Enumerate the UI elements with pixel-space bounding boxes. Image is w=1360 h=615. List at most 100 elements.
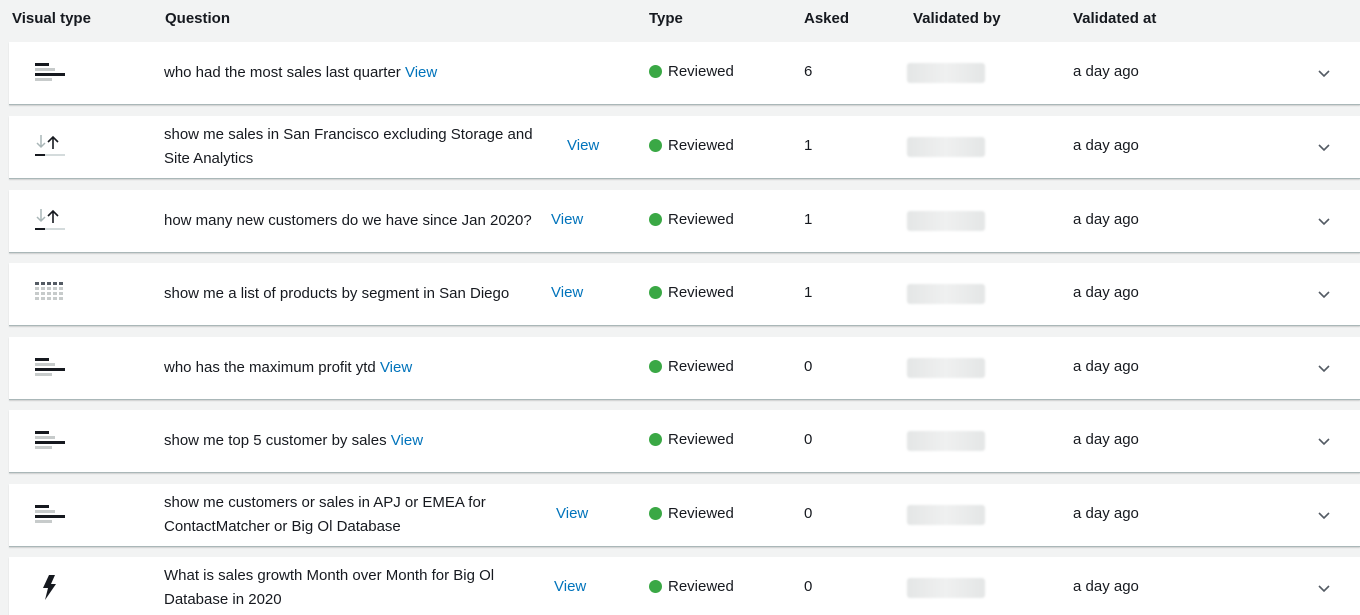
header-validated-by[interactable]: Validated by: [913, 10, 1001, 27]
view-link[interactable]: View: [567, 137, 599, 154]
question-cell: show me a list of products by segment in…: [164, 263, 524, 325]
chevron-down-icon[interactable]: [1315, 359, 1333, 377]
asked-count: 0: [804, 578, 813, 595]
validated-by-redacted: [907, 284, 985, 304]
question-text: What is sales growth Month over Month fo…: [164, 567, 495, 608]
table-row[interactable]: who has the maximum profit ytd View Revi…: [9, 337, 1360, 400]
chevron-down-icon[interactable]: [1315, 506, 1333, 524]
chevron-down-icon[interactable]: [1315, 64, 1333, 82]
type-text: Reviewed: [668, 578, 734, 595]
question-text: show me customers or sales in APJ or EME…: [164, 494, 486, 535]
sort-kpi-icon: [35, 131, 67, 163]
header-type[interactable]: Type: [649, 10, 683, 27]
reviewed-dot-icon: [649, 213, 662, 226]
asked-count: 1: [804, 137, 813, 154]
table-row[interactable]: show me top 5 customer by sales View Rev…: [9, 410, 1360, 473]
chevron-down-icon[interactable]: [1315, 432, 1333, 450]
status-badge: Reviewed: [649, 505, 734, 522]
header-validated-at[interactable]: Validated at: [1073, 10, 1156, 27]
view-link[interactable]: View: [551, 284, 583, 301]
type-text: Reviewed: [668, 284, 734, 301]
header-asked[interactable]: Asked: [804, 10, 849, 27]
question-text: how many new customers do we have since …: [164, 212, 532, 229]
table-row[interactable]: What is sales growth Month over Month fo…: [9, 557, 1360, 615]
table-row[interactable]: show me a list of products by segment in…: [9, 263, 1360, 326]
bar-chart-icon: [35, 57, 67, 89]
table-row[interactable]: how many new customers do we have since …: [9, 190, 1360, 253]
bar-chart-icon: [35, 499, 67, 531]
type-text: Reviewed: [668, 137, 734, 154]
view-link[interactable]: View: [554, 578, 586, 595]
validated-by-redacted: [907, 578, 985, 598]
validated-by-redacted: [907, 211, 985, 231]
table-grid-icon: [35, 278, 67, 310]
chevron-down-icon[interactable]: [1315, 579, 1333, 597]
validated-at: a day ago: [1073, 211, 1139, 228]
table-row[interactable]: show me sales in San Francisco excluding…: [9, 116, 1360, 179]
view-link[interactable]: View: [551, 211, 583, 228]
reviewed-dot-icon: [649, 139, 662, 152]
question-cell: who had the most sales last quarter View: [164, 42, 544, 104]
reviewed-dot-icon: [649, 286, 662, 299]
view-link[interactable]: View: [405, 64, 437, 81]
status-badge: Reviewed: [649, 431, 734, 448]
header-visual-type[interactable]: Visual type: [12, 10, 91, 27]
status-badge: Reviewed: [649, 137, 734, 154]
validated-by-redacted: [907, 63, 985, 83]
validated-by-redacted: [907, 431, 985, 451]
asked-count: 0: [804, 431, 813, 448]
asked-count: 0: [804, 358, 813, 375]
table-row[interactable]: show me customers or sales in APJ or EME…: [9, 484, 1360, 547]
type-text: Reviewed: [668, 505, 734, 522]
validated-by-redacted: [907, 358, 985, 378]
reviewed-dot-icon: [649, 65, 662, 78]
chevron-down-icon[interactable]: [1315, 212, 1333, 230]
type-text: Reviewed: [668, 63, 734, 80]
validated-at: a day ago: [1073, 358, 1139, 375]
status-badge: Reviewed: [649, 63, 734, 80]
bar-chart-icon: [35, 352, 67, 384]
view-link[interactable]: View: [380, 359, 412, 376]
question-cell: how many new customers do we have since …: [164, 190, 534, 252]
status-badge: Reviewed: [649, 211, 734, 228]
validated-at: a day ago: [1073, 63, 1139, 80]
status-badge: Reviewed: [649, 284, 734, 301]
view-link[interactable]: View: [556, 505, 588, 522]
question-text: show me sales in San Francisco excluding…: [164, 126, 533, 167]
asked-count: 6: [804, 63, 813, 80]
sort-kpi-icon: [35, 205, 67, 237]
chevron-down-icon[interactable]: [1315, 285, 1333, 303]
validated-at: a day ago: [1073, 578, 1139, 595]
question-text: who had the most sales last quarter: [164, 64, 401, 81]
validated-at: a day ago: [1073, 431, 1139, 448]
bar-chart-icon: [35, 425, 67, 457]
reviewed-dot-icon: [649, 360, 662, 373]
lightning-icon: [35, 572, 67, 604]
validated-at: a day ago: [1073, 137, 1139, 154]
question-text: show me top 5 customer by sales: [164, 432, 387, 449]
question-cell: who has the maximum profit ytd View: [164, 337, 544, 399]
type-text: Reviewed: [668, 358, 734, 375]
status-badge: Reviewed: [649, 578, 734, 595]
validated-by-redacted: [907, 137, 985, 157]
type-text: Reviewed: [668, 211, 734, 228]
question-cell: show me customers or sales in APJ or EME…: [164, 484, 539, 546]
question-text: who has the maximum profit ytd: [164, 359, 376, 376]
validated-at: a day ago: [1073, 505, 1139, 522]
reviewed-dot-icon: [649, 507, 662, 520]
question-cell: show me sales in San Francisco excluding…: [164, 116, 549, 178]
reviewed-dot-icon: [649, 580, 662, 593]
question-cell: show me top 5 customer by sales View: [164, 410, 544, 472]
chevron-down-icon[interactable]: [1315, 138, 1333, 156]
table-row[interactable]: who had the most sales last quarter View…: [9, 42, 1360, 105]
asked-count: 1: [804, 211, 813, 228]
type-text: Reviewed: [668, 431, 734, 448]
question-text: show me a list of products by segment in…: [164, 285, 510, 302]
reviewed-dot-icon: [649, 433, 662, 446]
table-header: Visual type Question Type Asked Validate…: [0, 0, 1360, 40]
view-link[interactable]: View: [391, 432, 423, 449]
asked-count: 1: [804, 284, 813, 301]
validated-at: a day ago: [1073, 284, 1139, 301]
header-question[interactable]: Question: [165, 10, 230, 27]
asked-count: 0: [804, 505, 813, 522]
